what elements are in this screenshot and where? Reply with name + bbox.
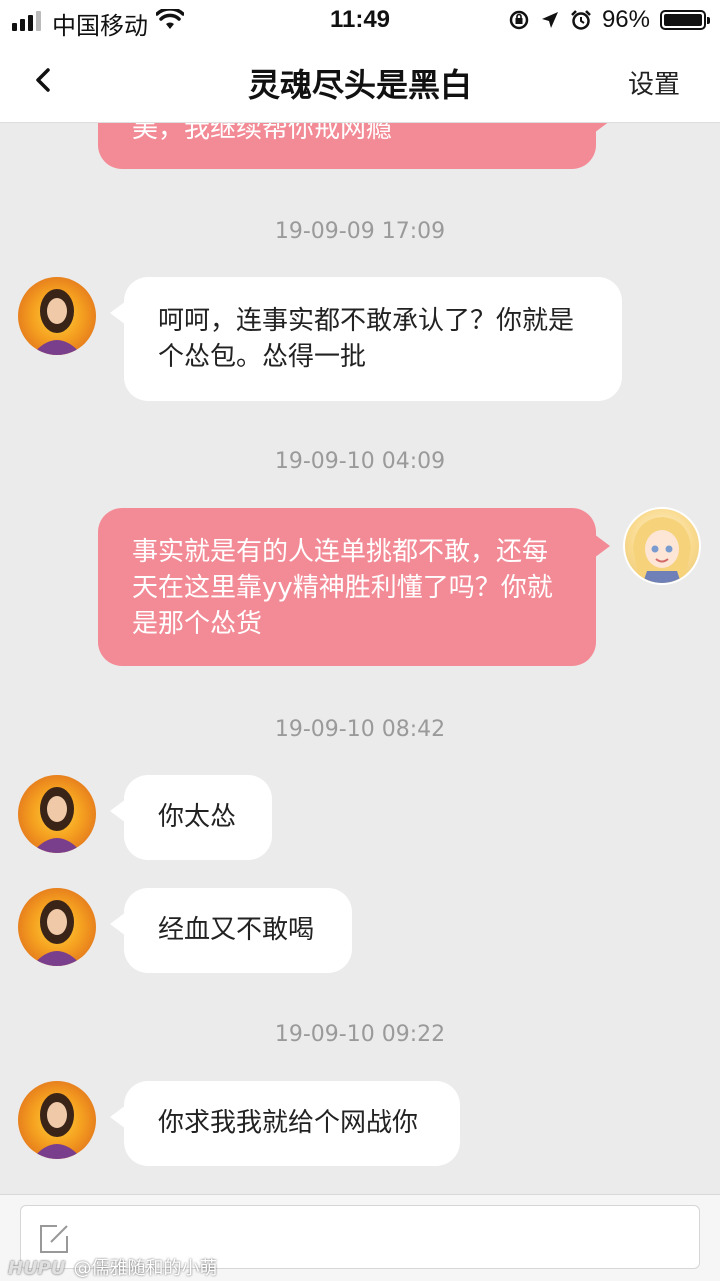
nav-bar: 灵魂尽头是黑白 设置 bbox=[0, 40, 720, 123]
message-bubble-incoming[interactable]: 你求我我就给个网战你 bbox=[110, 1081, 460, 1166]
avatar-other-user[interactable] bbox=[18, 775, 96, 853]
person-portrait-icon bbox=[32, 787, 82, 853]
message-bubble-incoming[interactable]: 你太怂 bbox=[110, 775, 272, 860]
status-bar: 中国移动 11:49 96% bbox=[0, 0, 720, 40]
message-text: 你求我我就给个网战你 bbox=[158, 1108, 419, 1138]
edit-icon[interactable] bbox=[37, 1222, 71, 1256]
timestamp: 19-09-10 04:09 bbox=[274, 449, 446, 474]
message-text: 你太怂 bbox=[158, 802, 237, 832]
watermark-brand: HUPU bbox=[8, 1258, 66, 1279]
battery-icon bbox=[660, 10, 710, 30]
message-text: 美，我继续帮你戒网瘾 bbox=[132, 123, 393, 144]
avatar-other-user[interactable] bbox=[18, 277, 96, 355]
watermark: HUPU @儒雅随和的小萌 bbox=[8, 1254, 218, 1280]
message-text: 呵呵，连事实都不敢承认了？你就是个怂包。怂得一批 bbox=[158, 306, 575, 372]
status-right: 96% bbox=[508, 6, 710, 34]
message-bubble-outgoing[interactable]: 事实就是有的人连单挑都不敢，还每天在这里靠yy精神胜利懂了吗？你就是那个怂货 bbox=[98, 508, 610, 666]
rotation-lock-icon bbox=[509, 10, 529, 30]
watermark-user: @儒雅随和的小萌 bbox=[73, 1258, 218, 1279]
person-portrait-icon bbox=[32, 900, 82, 966]
message-bubble-incoming[interactable]: 经血又不敢喝 bbox=[110, 888, 352, 973]
anime-portrait-icon bbox=[633, 517, 691, 583]
chat-area[interactable]: 美，我继续帮你戒网瘾 19-09-09 17:09 呵呵，连事实都不敢承认了？你… bbox=[0, 123, 720, 1193]
timestamp: 19-09-10 09:22 bbox=[274, 1022, 446, 1047]
timestamp: 19-09-09 17:09 bbox=[274, 219, 446, 244]
avatar-other-user[interactable] bbox=[18, 888, 96, 966]
person-portrait-icon bbox=[32, 1093, 82, 1159]
avatar-other-user[interactable] bbox=[18, 1081, 96, 1159]
alarm-icon bbox=[571, 10, 591, 30]
message-text: 经血又不敢喝 bbox=[158, 915, 315, 945]
message-bubble-incoming[interactable]: 呵呵，连事实都不敢承认了？你就是个怂包。怂得一批 bbox=[110, 277, 622, 401]
message-bubble-outgoing[interactable]: 美，我继续帮你戒网瘾 bbox=[98, 123, 610, 169]
avatar-self[interactable] bbox=[623, 507, 701, 585]
message-text: 事实就是有的人连单挑都不敢，还每天在这里靠yy精神胜利懂了吗？你就是那个怂货 bbox=[132, 537, 553, 639]
person-portrait-icon bbox=[32, 289, 82, 355]
location-icon bbox=[541, 12, 558, 28]
timestamp: 19-09-10 08:42 bbox=[274, 717, 446, 742]
page-title: 灵魂尽头是黑白 bbox=[247, 66, 472, 104]
battery-percent: 96% bbox=[601, 6, 650, 33]
settings-button[interactable]: 设置 bbox=[628, 64, 680, 101]
